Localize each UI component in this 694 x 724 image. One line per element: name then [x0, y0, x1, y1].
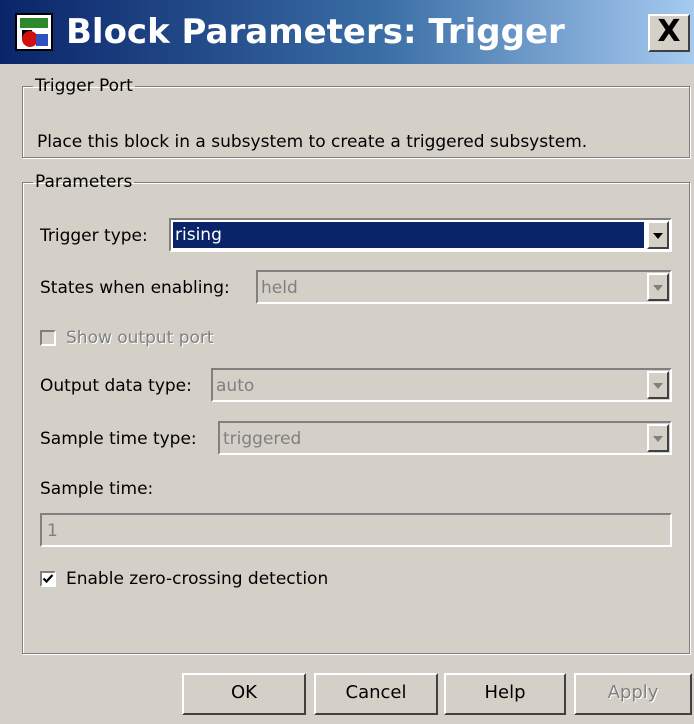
ok-button[interactable]: OK: [182, 673, 306, 715]
trigger-type-label: Trigger type:: [40, 226, 148, 246]
states-when-enabling-label: States when enabling:: [40, 278, 230, 298]
title-bar: Block Parameters: Trigger X: [0, 0, 694, 64]
output-data-type-value: auto: [216, 376, 255, 396]
sample-time-value: 1: [47, 521, 58, 541]
chevron-down-icon[interactable]: [647, 221, 669, 249]
output-data-type-label: Output data type:: [40, 376, 192, 396]
zero-crossing-checkbox[interactable]: [40, 571, 56, 587]
show-output-port-checkbox[interactable]: [40, 330, 56, 346]
parameters-legend: Parameters: [35, 172, 133, 192]
sample-time-type-select[interactable]: triggered: [218, 421, 672, 455]
chevron-down-icon[interactable]: [647, 424, 669, 452]
zero-crossing-label: Enable zero-crossing detection: [66, 569, 329, 589]
description-text: Place this block in a subsystem to creat…: [37, 132, 588, 152]
chevron-down-icon[interactable]: [647, 273, 669, 301]
sample-time-input[interactable]: 1: [40, 513, 672, 547]
simulink-block-icon: [15, 13, 53, 51]
apply-button[interactable]: Apply: [574, 673, 692, 715]
trigger-port-group: Trigger Port Place this block in a subsy…: [22, 76, 690, 158]
close-button[interactable]: X: [648, 14, 690, 52]
states-when-enabling-value: held: [261, 278, 298, 298]
cancel-button[interactable]: Cancel: [314, 673, 438, 715]
trigger-port-legend: Trigger Port: [35, 76, 133, 96]
window-title: Block Parameters: Trigger: [66, 12, 565, 52]
chevron-down-icon[interactable]: [647, 371, 669, 399]
trigger-type-select[interactable]: rising: [169, 218, 672, 252]
states-when-enabling-select[interactable]: held: [256, 270, 672, 304]
show-output-port-label: Show output port: [66, 328, 214, 348]
help-button[interactable]: Help: [444, 673, 566, 715]
checkmark-icon: [42, 574, 54, 584]
sample-time-type-value: triggered: [223, 429, 302, 449]
trigger-type-value: rising: [173, 222, 644, 248]
sample-time-type-label: Sample time type:: [40, 429, 197, 449]
output-data-type-select[interactable]: auto: [211, 368, 672, 402]
sample-time-label: Sample time:: [40, 479, 154, 499]
